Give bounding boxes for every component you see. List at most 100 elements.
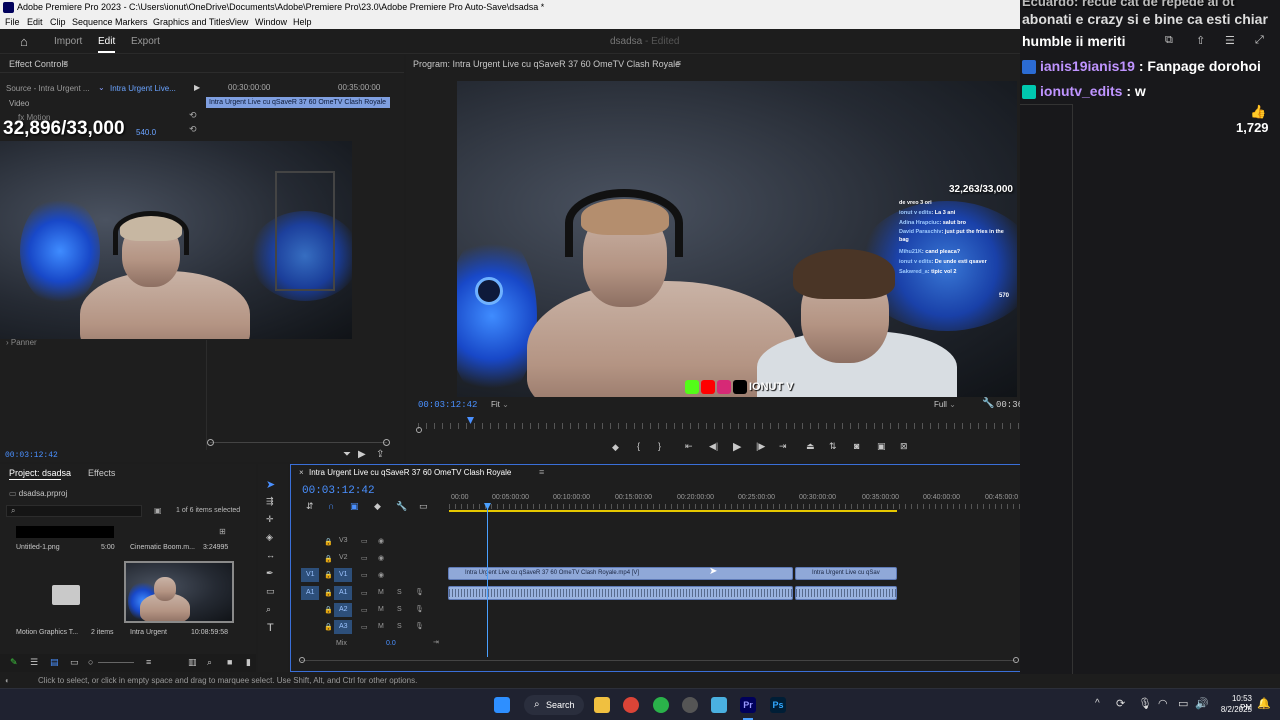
source-label[interactable]: Source - Intra Urgent ... xyxy=(6,84,90,93)
menu-view[interactable]: View xyxy=(229,15,248,29)
scroll-handle-right[interactable] xyxy=(383,439,390,446)
program-ruler[interactable] xyxy=(418,423,1056,429)
thumb-intra-urgent[interactable] xyxy=(124,561,234,623)
scroll-handle-left[interactable] xyxy=(207,439,214,446)
export-frame-icon[interactable]: ⇪ xyxy=(376,449,384,460)
filter-icon[interactable]: ⏷ xyxy=(343,449,351,460)
go-to-in-icon[interactable]: ⇤ xyxy=(685,441,693,452)
wifi-icon[interactable]: ◠ xyxy=(1158,697,1168,710)
wrench-icon[interactable]: 🔧 xyxy=(396,501,407,512)
photoshop-taskbar-icon[interactable]: Ps xyxy=(770,697,786,713)
timeline-timecode[interactable]: 00:03:12:42 xyxy=(302,485,375,497)
notification-bell-icon[interactable]: 🔔 xyxy=(1257,697,1271,710)
play-only-icon[interactable]: ▶ xyxy=(194,83,200,92)
sync-lock-icon[interactable]: ▭ xyxy=(361,537,368,545)
razor-tool-icon[interactable]: ◈ xyxy=(266,532,273,543)
program-video-frame[interactable]: 32,263/33,000 de vreo 3 ori ionut v edit… xyxy=(457,81,1017,397)
tab-effects[interactable]: Effects xyxy=(88,468,115,478)
panel-menu-icon[interactable]: ≡ xyxy=(63,58,68,68)
premiere-taskbar-icon[interactable]: Pr xyxy=(740,697,756,713)
chevron-down-icon[interactable]: ⌄ xyxy=(98,83,105,92)
menu-graphics-titles[interactable]: Graphics and Titles xyxy=(153,15,230,29)
sync-icon[interactable]: ⟳ xyxy=(1116,697,1125,710)
menu-clip[interactable]: Clip xyxy=(50,15,66,29)
comparison-view-icon[interactable]: ▣ xyxy=(877,441,886,452)
slip-tool-icon[interactable]: ↔ xyxy=(266,550,275,560)
add-marker-icon[interactable]: ◆ xyxy=(374,501,381,512)
menu-markers[interactable]: Markers xyxy=(115,15,148,29)
selection-tool-icon[interactable]: ➤ xyxy=(266,478,275,491)
type-tool-icon[interactable]: T xyxy=(267,622,274,634)
panel-menu-icon[interactable]: ≡ xyxy=(676,58,681,68)
zoom-circle-icon[interactable]: ○ xyxy=(88,657,93,667)
microphone-icon[interactable]: 🎙 xyxy=(415,622,424,630)
fit-select[interactable]: Fit ⌄ xyxy=(491,400,509,409)
sync-lock-icon[interactable]: ▭ xyxy=(361,571,368,579)
new-item-icon[interactable]: ▮ xyxy=(246,657,251,668)
windows-start-icon[interactable] xyxy=(494,697,510,713)
menu-file[interactable]: File xyxy=(5,15,20,29)
list-view-icon[interactable]: ☰ xyxy=(30,657,38,668)
scroll-handle-left[interactable] xyxy=(416,427,422,433)
new-bin-icon[interactable]: ▣ xyxy=(154,506,162,515)
chrome-icon[interactable] xyxy=(623,697,639,713)
step-forward-icon[interactable]: |▶ xyxy=(756,441,765,452)
microphone-icon[interactable]: 🎙 xyxy=(1138,697,1152,710)
file-explorer-icon[interactable] xyxy=(594,697,610,713)
thumb-untitled[interactable] xyxy=(16,526,114,538)
like-thumb-icon[interactable]: 👍 xyxy=(1250,104,1266,120)
lock-icon[interactable]: 🔒 xyxy=(324,589,333,597)
captions-icon[interactable]: ▭ xyxy=(419,501,428,512)
sort-icon[interactable]: ≡ xyxy=(146,657,151,667)
menu-window[interactable]: Window xyxy=(255,15,287,29)
sync-lock-icon[interactable]: ▭ xyxy=(361,589,368,597)
chat-username[interactable]: ianis19ianis19 xyxy=(1040,58,1135,74)
microphone-icon[interactable]: 🎙 xyxy=(415,588,424,596)
new-bin-icon[interactable]: ■ xyxy=(227,657,232,667)
tab-project[interactable]: Project: dsadsa xyxy=(9,468,71,478)
write-on-icon[interactable]: ✎ xyxy=(10,657,18,668)
extract-icon[interactable]: ⇅ xyxy=(829,441,837,452)
mute-icon[interactable]: M xyxy=(378,589,384,596)
play-icon[interactable]: ▶ xyxy=(733,440,741,453)
rectangle-tool-icon[interactable]: ▭ xyxy=(266,586,275,597)
reset-icon[interactable]: ⟲ xyxy=(189,110,197,121)
linked-selection-icon[interactable]: ▣ xyxy=(350,501,359,512)
timeline-ruler[interactable] xyxy=(449,504,1023,509)
list-view-icon[interactable]: ⊞ xyxy=(219,527,226,536)
camera-icon[interactable]: ◙ xyxy=(854,441,859,451)
wrench-icon[interactable]: 🔧 xyxy=(982,398,994,409)
timeline-close-icon[interactable]: × xyxy=(299,468,304,477)
app-icon[interactable] xyxy=(682,697,698,713)
freeform-view-icon[interactable]: ▭ xyxy=(70,657,79,668)
mix-value[interactable]: 0.0 xyxy=(386,640,396,647)
snap-icon[interactable]: ∩ xyxy=(328,501,334,511)
mute-icon[interactable]: M xyxy=(378,623,384,630)
lock-icon[interactable]: 🔒 xyxy=(324,538,333,546)
ripple-edit-tool-icon[interactable]: ✛ xyxy=(266,514,274,525)
share-icon[interactable]: ⇧ xyxy=(1196,34,1205,47)
panel-title-effect-controls[interactable]: Effect Controls xyxy=(9,59,68,69)
proxy-toggle-icon[interactable]: ⊠ xyxy=(900,441,908,452)
play-audio-icon[interactable]: ▶ xyxy=(358,449,366,460)
chevron-up-icon[interactable]: ^ xyxy=(1095,698,1100,709)
effect-clip-bar[interactable]: Intra Urgent Live cu qSaveR 37 60 OmeTV … xyxy=(206,97,390,108)
work-area-bar[interactable] xyxy=(449,510,897,512)
eye-icon[interactable]: ◉ xyxy=(378,554,384,562)
eye-icon[interactable]: ◉ xyxy=(378,571,384,579)
clip-second-audio[interactable] xyxy=(795,586,897,600)
track-label-v2[interactable]: V2 xyxy=(339,554,348,561)
position-value[interactable]: 540.0 xyxy=(136,128,156,137)
scroll-handle-left[interactable] xyxy=(299,657,305,663)
panel-menu-icon[interactable]: ≡ xyxy=(539,467,544,477)
clip-second-video[interactable]: Intra Urgent Live cu qSav xyxy=(795,567,897,580)
sync-lock-icon[interactable]: ▭ xyxy=(361,606,368,614)
timeline-playhead[interactable] xyxy=(487,505,488,657)
sync-lock-icon[interactable]: ▭ xyxy=(361,554,368,562)
clip-main-audio[interactable] xyxy=(448,586,793,600)
track-label-v3[interactable]: V3 xyxy=(339,537,348,544)
go-to-out-icon[interactable]: ⇥ xyxy=(779,441,787,452)
lock-icon[interactable]: 🔒 xyxy=(324,555,333,563)
zoom-slider[interactable] xyxy=(98,662,134,663)
network-icon[interactable]: ▭ xyxy=(1178,697,1188,710)
